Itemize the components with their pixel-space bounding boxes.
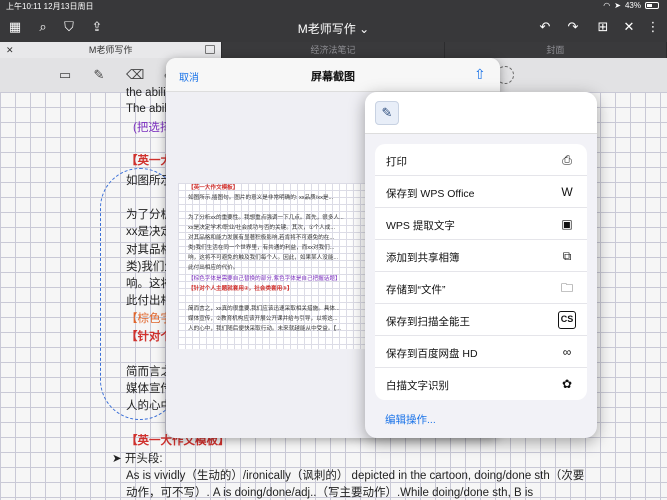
battery-icon	[645, 2, 659, 9]
tab-m-teacher-writing[interactable]: ✕ M老师写作	[0, 42, 223, 58]
thumb-line: 人的心中，我们随后便快采取行动。未来就越能从中受益。【...	[188, 326, 341, 332]
close-icon[interactable]: ✕	[620, 18, 638, 36]
note-line: the abili	[126, 87, 166, 99]
camscanner-icon: CS	[558, 311, 576, 329]
text-extract-icon: ▣	[561, 217, 573, 231]
printer-icon: ⎙	[562, 153, 572, 167]
tab-bar: ✕ M老师写作 经济法笔记 封面	[0, 42, 667, 58]
thumb-line: xx是决定学术/职业/社会成功与否的关键。其次，①个人成...	[188, 225, 336, 231]
app-bar: ▦ ⌕ ⛉ ⇪ M老师写作 ⌄ ↶ ↷ ⊞ ✕ ⋮	[0, 12, 667, 42]
thumb-line: 媒体宣传，②教育机构应该开展公开课并给与引导，以将这...	[188, 316, 338, 322]
share-actions-group: 打印 ⎙ 保存到 WPS Office W WPS 提取文字 ▣ 添加到共享相簿 ⧉ 存…	[375, 144, 587, 400]
location-icon: ➤	[614, 1, 621, 10]
note-line: The abili	[126, 103, 170, 115]
wifi-icon: ◠	[603, 1, 611, 10]
share-icon[interactable]: ⇧	[474, 66, 486, 83]
share-item-baimiao[interactable]: 白描文字识别 ✿	[375, 368, 587, 400]
reader-icon[interactable]: ▭	[56, 66, 74, 84]
note-line: 动作，可不写）. A is doing/done/adj..（写主要动作）.Wh…	[126, 487, 534, 499]
thumb-line: 为了分析xx的重要性。我想重点强调一下几点。首先，很多人...	[188, 215, 344, 221]
status-time-date: 上午10:11 12月13日周日	[6, 2, 94, 11]
share-item-print[interactable]: 打印 ⎙	[375, 144, 587, 176]
folder-icon: 🗀	[560, 281, 573, 295]
document-preview-icon: ✎	[375, 101, 399, 125]
thumb-line: 如图所示,插图句。图片的意义是非常明确的: xx品质/xx是...	[188, 195, 334, 201]
edit-actions-link[interactable]: 编辑操作...	[385, 412, 436, 427]
screenshot-thumbnail[interactable]: 【英一大作文模板】 如图所示,插图句。图片的意义是非常明确的: xx品质/xx是…	[178, 183, 368, 349]
status-bar: 上午10:11 12月13日周日 ◠ ➤ 43%	[0, 0, 667, 12]
undo-icon[interactable]: ↶	[536, 18, 554, 36]
thumb-line: 类)我们生活在同一个世界里，有共通的利益，而xx对我们...	[188, 245, 335, 251]
eraser-icon[interactable]: ⌫	[126, 66, 144, 84]
split-view-icon[interactable]	[205, 45, 216, 54]
thumb-line: 【英一大作文模板】	[188, 185, 239, 191]
baidu-netdisk-icon: ∞	[562, 345, 572, 359]
share-item-wps-office[interactable]: 保存到 WPS Office W	[375, 176, 587, 208]
status-right: ◠ ➤ 43%	[603, 1, 659, 10]
share-sheet-popover: ✎ 打印 ⎙ 保存到 WPS Office W WPS 提取文字 ▣ 添加到共享相簿 ⧉…	[365, 92, 597, 438]
pen-icon[interactable]: ✎	[90, 66, 108, 84]
thumb-line: 响，这将不可避免的触及我们每个人。因此，如果某人没能...	[188, 255, 339, 261]
share-sheet-header: ✎	[365, 92, 597, 134]
more-icon[interactable]: ⋮	[644, 18, 662, 36]
battery-percent: 43%	[624, 1, 641, 10]
note-line: ➤ 开头段:	[112, 453, 163, 465]
tab-cover[interactable]: 封面	[445, 42, 667, 58]
thumb-line: 【棕色字体是需要自己替换的部分,紫色字体是自己把握话题】	[188, 276, 341, 282]
tab-economic-law-notes[interactable]: 经济法笔记	[222, 42, 445, 58]
sheet-title: 屏幕截图	[311, 71, 355, 83]
baimiao-icon: ✿	[561, 377, 573, 391]
shared-album-icon: ⧉	[562, 249, 572, 263]
bullet-arrow-icon: ➤	[112, 453, 125, 465]
sheet-header: 取消 屏幕截图	[166, 58, 500, 92]
thumb-line: 【针对个人主题就套用②，社会类套用③】	[188, 286, 293, 292]
thumb-line: 对其品格和能力发展有显著积极影响,若肯将不可避免的在...	[188, 235, 335, 241]
share-item-baidu-netdisk[interactable]: 保存到百度网盘 HD ∞	[375, 336, 587, 368]
share-item-camscanner[interactable]: 保存到扫描全能王 CS	[375, 304, 587, 336]
share-item-wps-extract[interactable]: WPS 提取文字 ▣	[375, 208, 587, 240]
thumb-line: 简而言之，xx真的很重要,我们应该迅速采取相关措施。具体...	[188, 306, 340, 312]
tab-close-icon[interactable]: ✕	[6, 42, 14, 58]
note-line: As is vividly（生动的）/ironically（讽刺的） depic…	[126, 470, 585, 482]
wps-icon: W	[561, 185, 573, 199]
thumb-line: 此付出相应的代价。	[188, 265, 239, 271]
redo-icon[interactable]: ↷	[564, 18, 582, 36]
share-item-files[interactable]: 存储到“文件” 🗀	[375, 272, 587, 304]
add-page-icon[interactable]: ⊞	[594, 18, 612, 36]
chevron-down-icon: ⌄	[359, 22, 370, 36]
share-item-shared-album[interactable]: 添加到共享相簿 ⧉	[375, 240, 587, 272]
